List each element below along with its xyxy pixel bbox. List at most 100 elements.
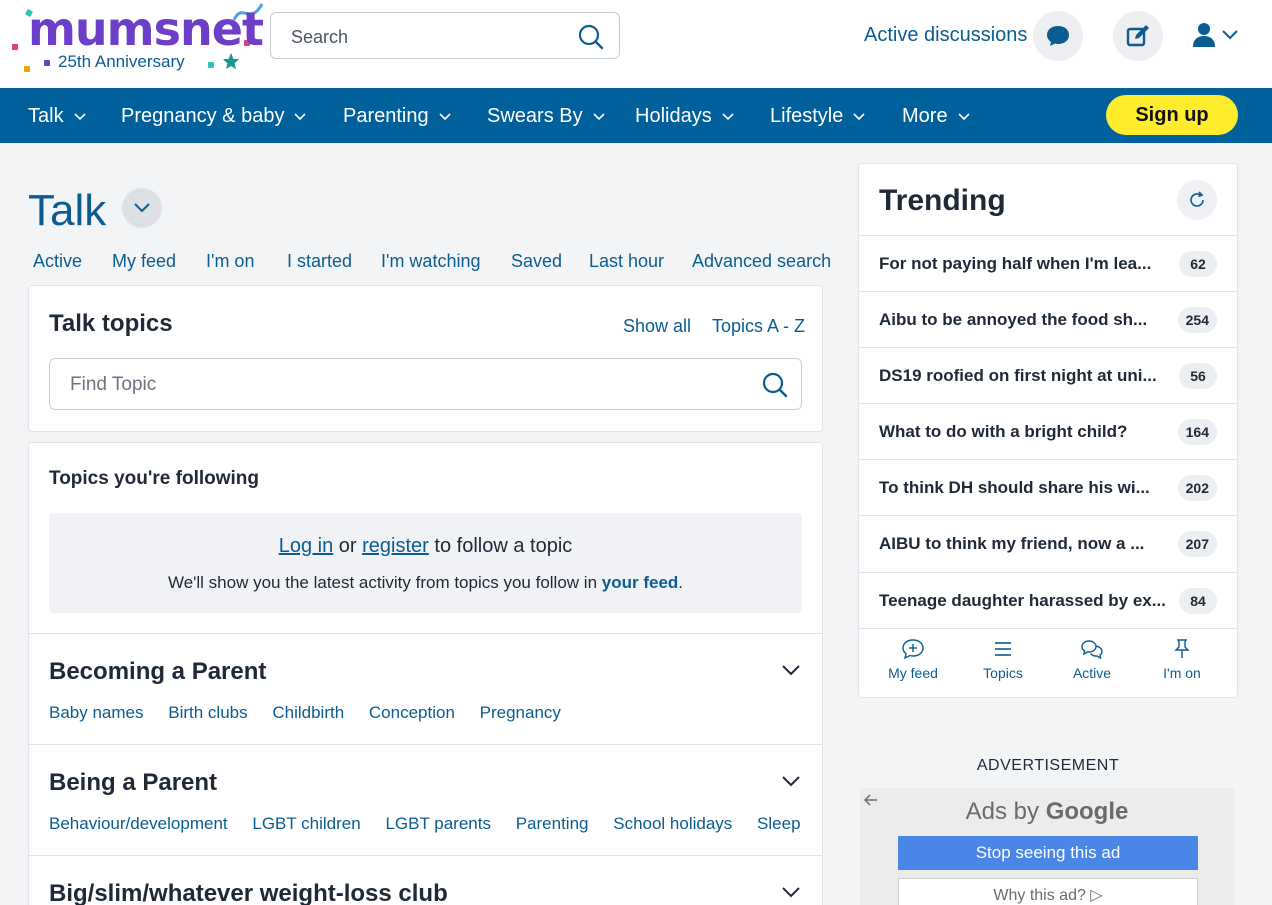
nav-item-talk[interactable]: Talk (28, 105, 86, 128)
active-discussions-link[interactable]: Active discussions (864, 24, 1027, 47)
nav-item-swears-by[interactable]: Swears By (487, 105, 605, 128)
your-feed-link[interactable]: your feed (602, 573, 679, 592)
trending-item-title: DS19 roofied on first night at uni... (879, 366, 1157, 385)
refresh-button[interactable] (1177, 180, 1217, 220)
sign-up-button[interactable]: Sign up (1106, 95, 1238, 135)
topic-link-sleep[interactable]: Sleep (757, 814, 800, 833)
subnav-my-feed[interactable]: My feed (112, 251, 176, 272)
topic-link-conception[interactable]: Conception (369, 703, 455, 722)
new-post-button[interactable] (1113, 11, 1163, 61)
confetti-shape (44, 60, 50, 66)
nav-item-label: Talk (28, 105, 64, 127)
ads-by-google: Ads by Google (860, 798, 1234, 826)
subnav-active[interactable]: Active (33, 251, 82, 272)
footer-my-feed-button[interactable]: My feed (873, 639, 953, 681)
trending-item-title: AIBU to think my friend, now a ... (879, 534, 1145, 553)
footer-label: I'm on (1163, 665, 1201, 681)
topic-link-school-holidays[interactable]: School holidays (613, 814, 732, 833)
nav-item-label: Holidays (635, 105, 712, 127)
nav-item-more[interactable]: More (902, 105, 970, 128)
why-this-ad-button[interactable]: Why this ad? ▷ (898, 878, 1198, 905)
reply-count-badge: 207 (1177, 531, 1217, 557)
chevron-down-icon (74, 113, 86, 120)
logo-subtitle: 25th Anniversary (58, 52, 185, 71)
chevron-down-icon[interactable] (782, 775, 800, 787)
chevron-down-icon[interactable] (782, 664, 800, 676)
trending-heading: Trending (879, 184, 1006, 217)
chat-bubbles-icon (1081, 640, 1103, 659)
trending-item[interactable]: What to do with a bright child? 164 (859, 403, 1237, 459)
chat-plus-icon (902, 639, 924, 659)
nav-item-label: Swears By (487, 105, 583, 127)
subnav-im-on[interactable]: I'm on (206, 251, 254, 272)
footer-label: Active (1072, 665, 1112, 681)
trending-item-title: What to do with a bright child? (879, 422, 1128, 441)
trending-item[interactable]: DS19 roofied on first night at uni... 56 (859, 347, 1237, 403)
show-all-link[interactable]: Show all (623, 316, 691, 337)
nav-item-label: More (902, 105, 948, 127)
account-menu-button[interactable] (1190, 20, 1242, 52)
nav-item-label: Pregnancy & baby (121, 105, 285, 127)
trending-item[interactable]: For not paying half when I'm lea... 62 (859, 235, 1237, 291)
footer-label: My feed (888, 665, 938, 681)
confetti-shape (24, 66, 30, 72)
register-link[interactable]: register (362, 535, 429, 557)
reply-count-badge: 62 (1179, 251, 1217, 277)
topic-section-becoming-a-parent[interactable]: Becoming a Parent Baby names Birth clubs… (29, 633, 822, 744)
topic-link-lgbt-children[interactable]: LGBT children (252, 814, 360, 833)
trending-item[interactable]: AIBU to think my friend, now a ... 207 (859, 515, 1237, 571)
topic-link-childbirth[interactable]: Childbirth (272, 703, 344, 722)
refresh-icon (1190, 191, 1204, 207)
find-topic-input[interactable]: Find Topic (49, 358, 802, 410)
topic-link-baby-names[interactable]: Baby names (49, 703, 144, 722)
trending-footer: My feed Topics Active I'm on (859, 628, 1237, 698)
topic-link-behaviour-development[interactable]: Behaviour/development (49, 814, 228, 833)
chevron-down-icon[interactable] (782, 886, 800, 898)
subnav-saved[interactable]: Saved (511, 251, 562, 272)
reply-count-badge: 56 (1179, 363, 1217, 389)
nav-item-parenting[interactable]: Parenting (343, 105, 451, 128)
follow-suffix-text: to follow a topic (434, 535, 573, 557)
site-header: mumsnet 25th Anniversary Search Active d… (0, 0, 1272, 88)
stop-seeing-ad-button[interactable]: Stop seeing this ad (898, 836, 1198, 870)
trending-item[interactable]: Aibu to be annoyed the food sh... 254 (859, 291, 1237, 347)
topic-link-birth-clubs[interactable]: Birth clubs (168, 703, 247, 722)
trending-item[interactable]: Teenage daughter harassed by ex... 84 (859, 572, 1237, 628)
footer-active-button[interactable]: Active (1052, 639, 1132, 681)
trending-panel: Trending For not paying half when I'm le… (858, 163, 1238, 698)
subnav-advanced-search[interactable]: Advanced search (692, 251, 831, 272)
nav-item-lifestyle[interactable]: Lifestyle (770, 105, 865, 128)
reply-count-badge: 202 (1177, 475, 1217, 501)
subnav-last-hour[interactable]: Last hour (589, 251, 664, 272)
topic-section-being-a-parent[interactable]: Being a Parent Behaviour/development LGB… (29, 744, 822, 855)
nav-item-label: Lifestyle (770, 105, 844, 127)
topic-section-weight-loss-club[interactable]: Big/slim/whatever weight-loss club (29, 855, 822, 905)
nav-item-pregnancy-baby[interactable]: Pregnancy & baby (121, 105, 307, 128)
active-discussions-button[interactable] (1033, 11, 1083, 61)
talk-dropdown-button[interactable] (122, 188, 162, 228)
search-icon[interactable] (577, 23, 605, 51)
nav-item-holidays[interactable]: Holidays (635, 105, 734, 128)
section-title: Being a Parent (49, 769, 218, 796)
log-in-link[interactable]: Log in (279, 535, 334, 557)
google-wordmark: Google (1045, 798, 1129, 825)
topic-link-lgbt-parents[interactable]: LGBT parents (385, 814, 491, 833)
advertisement-box: Ads by Google Stop seeing this ad Why th… (860, 788, 1234, 905)
chevron-down-icon (294, 113, 307, 120)
topic-link-pregnancy[interactable]: Pregnancy (480, 703, 561, 722)
subnav-i-started[interactable]: I started (287, 251, 352, 272)
footer-im-on-button[interactable]: I'm on (1142, 639, 1222, 681)
topics-a-z-link[interactable]: Topics A - Z (712, 316, 805, 337)
footer-topics-button[interactable]: Topics (963, 639, 1043, 681)
talk-topics-heading: Talk topics (49, 310, 173, 337)
advertisement-label: ADVERTISEMENT (976, 757, 1120, 774)
mumsnet-logo[interactable]: mumsnet 25th Anniversary (4, 0, 266, 82)
chevron-down-icon (958, 113, 970, 120)
following-heading: Topics you're following (49, 468, 260, 489)
search-input[interactable]: Search (270, 12, 620, 59)
topic-link-parenting[interactable]: Parenting (516, 814, 589, 833)
search-icon[interactable] (761, 371, 789, 399)
trending-item[interactable]: To think DH should share his wi... 202 (859, 459, 1237, 515)
reply-count-badge: 254 (1177, 307, 1217, 333)
subnav-im-watching[interactable]: I'm watching (381, 251, 480, 272)
